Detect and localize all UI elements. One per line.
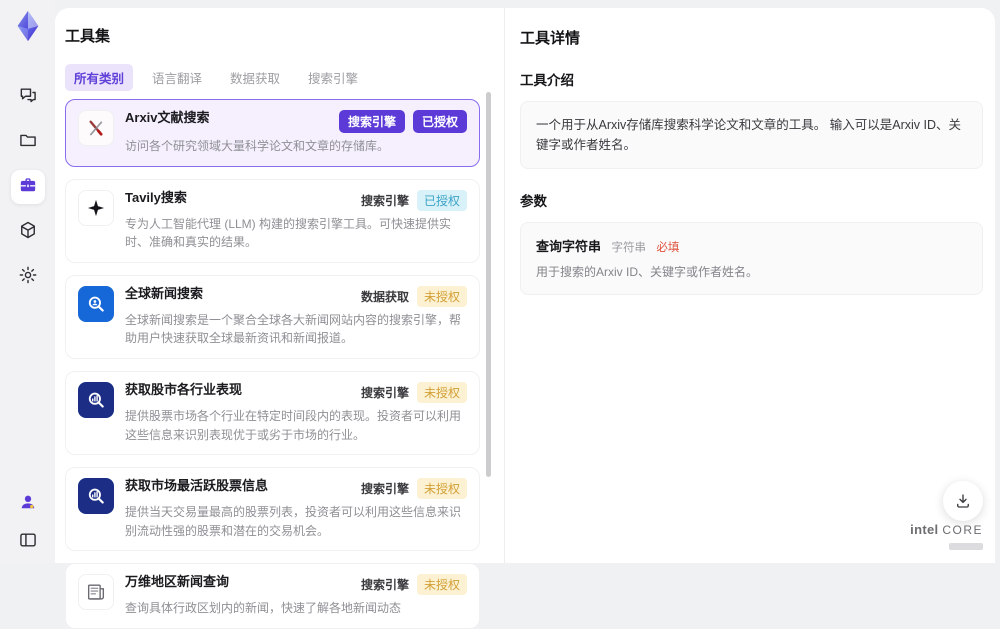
toolset-column: 工具集 所有类别语言翻译数据获取搜索引擎 Arxiv文献搜索搜索引擎已授权访问各… [55,8,505,563]
tool-description: 专为人工智能代理 (LLM) 构建的搜索引擎工具。可快速提供实时、准确和真实的结… [125,215,467,252]
tool-description: 提供股票市场各个行业在特定时间段内的表现。投资者可以利用这些信息来识别表现优于或… [125,407,467,444]
tool-body: 获取市场最活跃股票信息 搜索引擎未授权提供当天交易量最高的股票列表，投资者可以利用… [125,478,467,540]
tool-badges: 数据获取未授权 [353,286,467,307]
app-logo-icon[interactable] [10,8,46,44]
download-icon [954,492,972,510]
tool-status-badge: 未授权 [417,382,467,403]
tool-status-badge: 已授权 [417,190,467,211]
stock-search-navy-icon [78,382,114,418]
stock-search-navy-icon [78,478,114,514]
toolbox-icon [18,175,38,200]
panel-toggle-icon [18,530,38,555]
tool-description: 查询具体行政区划内的新闻，快速了解各地新闻动态 [125,599,467,618]
param-desc: 用于搜索的Arxiv ID、关键字或作者姓名。 [536,263,967,281]
tool-description: 全球新闻搜索是一个聚合全球各大新闻网站内容的搜索引擎，帮助用户快速获取全球最新资… [125,311,467,348]
tool-status-badge: 未授权 [417,478,467,499]
rail-item-folder[interactable] [11,125,45,159]
tool-card[interactable]: 全球新闻搜索 数据获取未授权全球新闻搜索是一个聚合全球各大新闻网站内容的搜索引擎，… [65,275,480,359]
tool-head: 获取市场最活跃股票信息 搜索引擎未授权 [125,478,467,499]
intro-heading: 工具介绍 [520,69,983,89]
tool-category-badge: 搜索引擎 [361,192,409,209]
tool-title: 全球新闻搜索 [125,286,203,303]
detail-title: 工具详情 [520,27,983,48]
tool-head: 全球新闻搜索 数据获取未授权 [125,286,467,307]
tool-category-badge: 搜索引擎 [339,110,405,133]
tavily-star-icon [78,190,114,226]
tool-card[interactable]: Arxiv文献搜索 搜索引擎已授权访问各个研究领域大量科学论文和文章的存储库。 [65,99,480,167]
tool-description: 访问各个研究领域大量科学论文和文章的存储库。 [125,137,467,156]
param-box: 查询字符串 字符串 必填 用于搜索的Arxiv ID、关键字或作者姓名。 [520,222,983,295]
tool-title: Arxiv文献搜索 [125,110,210,127]
tool-head: 获取股市各行业表现 搜索引擎未授权 [125,382,467,403]
tab-0[interactable]: 所有类别 [65,64,133,91]
rail-item-cube[interactable] [11,215,45,249]
tool-badges: 搜索引擎未授权 [353,478,467,499]
tool-title: 获取股市各行业表现 [125,382,242,399]
rail-item-toolbox[interactable] [11,170,45,204]
cube-icon [18,220,38,245]
tool-title: 获取市场最活跃股票信息 [125,478,268,495]
tool-body: Arxiv文献搜索 搜索引擎已授权访问各个研究领域大量科学论文和文章的存储库。 [125,110,467,156]
tool-title: 万维地区新闻查询 [125,574,229,591]
param-required-flag: 必填 [656,242,679,254]
tool-head: 万维地区新闻查询 搜索引擎未授权 [125,574,467,595]
params-heading: 参数 [520,190,983,210]
tool-detail-column: 工具详情 工具介绍 一个用于从Arxiv存储库搜索科学论文和文章的工具。 输入可… [520,8,983,295]
folder-icon [18,130,38,155]
intro-box: 一个用于从Arxiv存储库搜索科学论文和文章的工具。 输入可以是Arxiv ID… [520,101,983,169]
tool-list: Arxiv文献搜索搜索引擎已授权访问各个研究领域大量科学论文和文章的存储库。Ta… [65,99,480,629]
arxiv-logo-icon [78,110,114,146]
tool-head: Arxiv文献搜索 搜索引擎已授权 [125,110,467,133]
scrollbar-thumb[interactable] [486,92,491,477]
rail-nav [0,80,55,294]
tool-category-badge: 搜索引擎 [361,480,409,497]
tool-category-badge: 搜索引擎 [361,576,409,593]
brand-word-intel: intel [910,522,938,537]
avatar-icon [18,492,38,517]
brand-ultra-badge [949,543,983,550]
tool-body: 万维地区新闻查询 搜索引擎未授权查询具体行政区划内的新闻，快速了解各地新闻动态 [125,574,467,618]
rail-item-panel-toggle[interactable] [13,527,43,557]
tool-body: Tavily搜索 搜索引擎已授权专为人工智能代理 (LLM) 构建的搜索引擎工具。… [125,190,467,252]
tool-status-badge: 未授权 [417,286,467,307]
brand-word-core: CORE [942,523,983,537]
download-button[interactable] [943,481,983,521]
param-type: 字符串 [611,242,646,254]
main-panel: 工具集 所有类别语言翻译数据获取搜索引擎 Arxiv文献搜索搜索引擎已授权访问各… [55,8,995,563]
tool-card[interactable]: 获取股市各行业表现 搜索引擎未授权提供股票市场各个行业在特定时间段内的表现。投资者… [65,371,480,455]
param-name: 查询字符串 [536,239,601,254]
category-tabs: 所有类别语言翻译数据获取搜索引擎 [65,64,480,91]
rail-item-chat[interactable] [11,80,45,114]
tab-3[interactable]: 搜索引擎 [299,64,367,91]
tool-category-badge: 搜索引擎 [361,384,409,401]
tool-body: 全球新闻搜索 数据获取未授权全球新闻搜索是一个聚合全球各大新闻网站内容的搜索引擎，… [125,286,467,348]
news-search-blue-icon [78,286,114,322]
tab-1[interactable]: 语言翻译 [143,64,211,91]
chat-icon [18,85,38,110]
tool-badges: 搜索引擎未授权 [353,574,467,595]
tool-card[interactable]: 万维地区新闻查询 搜索引擎未授权查询具体行政区划内的新闻，快速了解各地新闻动态 [65,563,480,629]
rail-item-avatar[interactable] [13,489,43,519]
tool-body: 获取股市各行业表现 搜索引擎未授权提供股票市场各个行业在特定时间段内的表现。投资者… [125,382,467,444]
tool-description: 提供当天交易量最高的股票列表，投资者可以利用这些信息来识别流动性强的股票和潜在的… [125,503,467,540]
tool-badges: 搜索引擎已授权 [353,190,467,211]
rail-item-settings-gear[interactable] [11,260,45,294]
tool-category-badge: 数据获取 [361,288,409,305]
tool-status-badge: 未授权 [417,574,467,595]
tab-2[interactable]: 数据获取 [221,64,289,91]
newspaper-icon [78,574,114,610]
tool-card[interactable]: Tavily搜索 搜索引擎已授权专为人工智能代理 (LLM) 构建的搜索引擎工具。… [65,179,480,263]
tool-card[interactable]: 获取市场最活跃股票信息 搜索引擎未授权提供当天交易量最高的股票列表，投资者可以利用… [65,467,480,551]
param-head: 查询字符串 字符串 必填 [536,236,967,256]
tool-badges: 搜索引擎已授权 [331,110,467,133]
tool-badges: 搜索引擎未授权 [353,382,467,403]
rail-bottom [0,489,55,557]
tool-head: Tavily搜索 搜索引擎已授权 [125,190,467,211]
intel-core-logo: intel CORE [910,522,983,555]
tool-status-badge: 已授权 [413,110,467,133]
page-title: 工具集 [65,25,480,46]
tool-title: Tavily搜索 [125,190,187,207]
left-rail [0,0,55,563]
settings-gear-icon [18,265,38,290]
